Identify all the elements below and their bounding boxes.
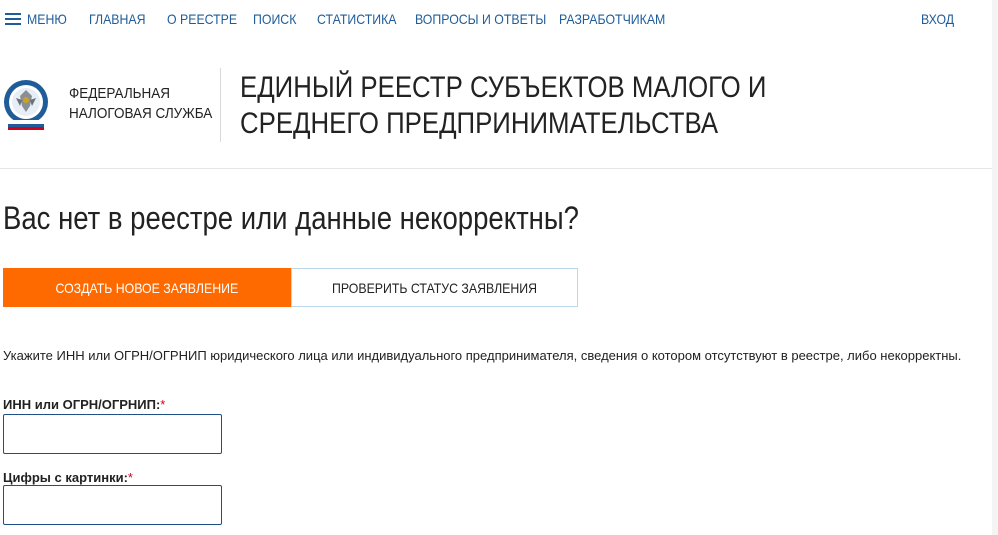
captcha-label: Цифры с картинки:* <box>3 470 133 485</box>
inn-label: ИНН или ОГРН/ОГРНИП:* <box>3 397 165 412</box>
application-tabs: СОЗДАТЬ НОВОЕ ЗАЯВЛЕНИЕ ПРОВЕРИТЬ СТАТУС… <box>3 268 578 307</box>
captcha-input[interactable] <box>3 485 222 525</box>
login-link[interactable]: ВХОД <box>921 11 954 27</box>
nav-link-faq[interactable]: ВОПРОСЫ И ОТВЕТЫ <box>415 11 546 27</box>
org-name-line1: ФЕДЕРАЛЬНАЯ <box>69 85 171 102</box>
org-name-line2: НАЛОГОВАЯ СЛУЖБА <box>69 105 213 122</box>
tab-check-status-label: ПРОВЕРИТЬ СТАТУС ЗАЯВЛЕНИЯ <box>331 279 538 296</box>
captcha-label-text: Цифры с картинки: <box>3 470 128 485</box>
tab-create-application-label: СОЗДАТЬ НОВОЕ ЗАЯВЛЕНИЕ <box>55 279 239 296</box>
nav-link-search[interactable]: ПОИСК <box>253 11 296 27</box>
menu-button[interactable]: МЕНЮ <box>5 11 72 27</box>
header-divider <box>220 68 221 142</box>
tab-check-status[interactable]: ПРОВЕРИТЬ СТАТУС ЗАЯВЛЕНИЯ <box>291 268 578 307</box>
nav-link-developers[interactable]: РАЗРАБОТЧИКАМ <box>559 11 665 27</box>
page-title: Вас нет в реестре или данные некорректны… <box>3 200 579 236</box>
hamburger-icon <box>5 13 21 25</box>
nav-link-about[interactable]: О РЕЕСТРЕ <box>167 11 237 27</box>
required-mark: * <box>127 470 133 485</box>
inn-input[interactable] <box>3 414 222 454</box>
site-title: ЕДИНЫЙ РЕЕСТР СУБЪЕКТОВ МАЛОГО И СРЕДНЕГ… <box>240 71 767 140</box>
top-navigation: МЕНЮ ГЛАВНАЯ О РЕЕСТРЕ ПОИСК СТАТИСТИКА … <box>0 0 998 40</box>
tab-create-application[interactable]: СОЗДАТЬ НОВОЕ ЗАЯВЛЕНИЕ <box>3 268 291 307</box>
inn-label-text: ИНН или ОГРН/ОГРНИП: <box>3 397 161 412</box>
nav-link-statistics[interactable]: СТАТИСТИКА <box>317 11 397 27</box>
nav-link-home[interactable]: ГЛАВНАЯ <box>89 11 146 27</box>
org-name: ФЕДЕРАЛЬНАЯ НАЛОГОВАЯ СЛУЖБА <box>69 84 212 124</box>
menu-label: МЕНЮ <box>27 11 67 27</box>
scrollbar[interactable] <box>992 0 998 535</box>
required-mark: * <box>160 397 166 412</box>
fns-emblem-icon[interactable] <box>2 76 54 132</box>
form-instructions: Укажите ИНН или ОГРН/ОГРНИП юридического… <box>3 348 962 363</box>
